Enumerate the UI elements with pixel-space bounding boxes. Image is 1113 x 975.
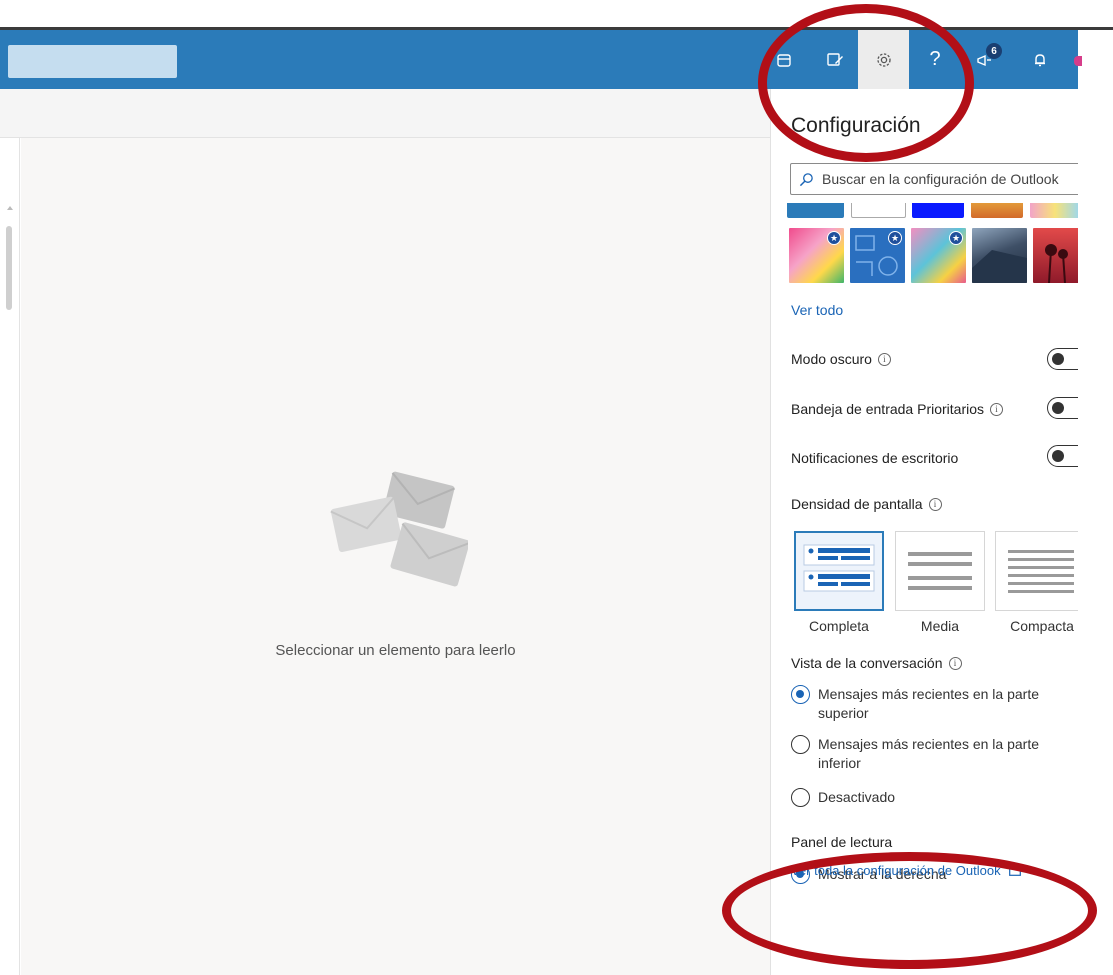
star-icon: ★ [827, 231, 841, 245]
command-bar [0, 89, 770, 138]
help-button[interactable]: ? [913, 30, 957, 89]
help-icon: ? [929, 48, 941, 70]
theme-swatch-blue[interactable] [787, 203, 844, 218]
conversation-option-newest-top[interactable]: Mensajes más recientes en la parte super… [791, 685, 1051, 723]
settings-button[interactable] [858, 30, 909, 89]
settings-gear-icon [876, 52, 891, 67]
density-option-full[interactable] [794, 531, 884, 611]
view-all-settings-link[interactable]: Ver toda la configuración de Outlook [791, 863, 1021, 878]
conversation-option-newest-top-label: Mensajes más recientes en la parte super… [818, 686, 1039, 721]
radio-selected[interactable] [791, 685, 810, 704]
theme-swatch-orange[interactable] [971, 203, 1023, 218]
density-compact-icon [1008, 550, 1074, 593]
reading-pane-label: Panel de lectura [791, 834, 893, 850]
conversation-view-heading: Vista de la conversación i [791, 655, 962, 671]
radio-unselected[interactable] [791, 788, 810, 807]
bell-icon [1035, 53, 1045, 66]
info-icon[interactable]: i [928, 497, 942, 511]
message-list-pane [0, 138, 20, 975]
my-day-button[interactable] [762, 30, 806, 89]
desktop-notifications-toggle[interactable] [1047, 445, 1078, 467]
theme-art-4[interactable] [972, 228, 1027, 283]
theme-art-3[interactable]: ★ [911, 228, 966, 283]
scrollbar-thumb[interactable] [6, 226, 12, 310]
avatar[interactable] [1074, 56, 1082, 66]
dark-mode-label: Modo oscuro [791, 351, 872, 367]
feedback-button[interactable]: 6 [962, 30, 1006, 89]
dark-mode-row: Modo oscuro i [791, 351, 891, 367]
settings-search-input[interactable] [822, 171, 1078, 187]
feedback-badge: 6 [986, 43, 1002, 59]
envelopes-illustration [328, 468, 471, 598]
see-all-themes-link[interactable]: Ver todo [791, 302, 843, 318]
compose-note-icon [827, 52, 843, 66]
settings-panel: Configuración ★ ★ ★ Ver todo Modo oscuro [770, 89, 1078, 975]
density-option-compact[interactable] [995, 531, 1078, 611]
settings-title: Configuración [791, 114, 921, 137]
focused-inbox-row: Bandeja de entrada Prioritarios i [791, 401, 1004, 417]
density-label-full[interactable]: Completa [794, 618, 884, 634]
density-label: Densidad de pantalla [791, 496, 923, 512]
density-medium-icon [908, 552, 972, 590]
desktop-notifications-label: Notificaciones de escritorio [791, 450, 959, 466]
compose-note-button[interactable] [813, 30, 857, 89]
radio-unselected[interactable] [791, 735, 810, 754]
info-icon[interactable]: i [948, 656, 962, 670]
star-icon: ★ [949, 231, 963, 245]
info-icon[interactable]: i [877, 352, 891, 366]
search-box[interactable] [8, 45, 177, 78]
dark-mode-toggle[interactable] [1047, 348, 1078, 370]
settings-search[interactable] [790, 163, 1078, 195]
theme-art-1[interactable]: ★ [789, 228, 844, 283]
focused-inbox-toggle[interactable] [1047, 397, 1078, 419]
theme-swatch-white[interactable] [851, 203, 906, 218]
desktop-notifications-row: Notificaciones de escritorio [791, 450, 958, 466]
density-full-icon [803, 544, 875, 592]
density-heading: Densidad de pantalla i [791, 496, 942, 512]
density-label-medium[interactable]: Media [895, 618, 985, 634]
top-bar: ? 6 [0, 30, 1078, 89]
notifications-button[interactable] [1018, 30, 1062, 89]
conversation-option-off[interactable]: Desactivado [791, 788, 1078, 807]
density-option-medium[interactable] [895, 531, 985, 611]
empty-reading-message: Seleccionar un elemento para leerlo [275, 642, 516, 659]
info-icon[interactable]: i [990, 402, 1004, 416]
theme-swatch-navy[interactable] [912, 203, 964, 218]
reading-pane-heading: Panel de lectura [791, 834, 892, 850]
focused-inbox-label: Bandeja de entrada Prioritarios [791, 401, 985, 417]
search-icon [799, 172, 813, 186]
conversation-view-label: Vista de la conversación [791, 655, 943, 671]
conversation-option-newest-bottom[interactable]: Mensajes más recientes en la parte infer… [791, 735, 1051, 773]
scroll-up-arrow[interactable] [7, 206, 13, 210]
theme-art-2[interactable]: ★ [850, 228, 905, 283]
conversation-option-newest-bottom-label: Mensajes más recientes en la parte infer… [818, 736, 1039, 771]
theme-art-5[interactable] [1033, 228, 1078, 283]
theme-swatch-rainbow[interactable] [1030, 203, 1078, 218]
conversation-option-off-label: Desactivado [818, 789, 896, 805]
open-window-icon [1008, 865, 1021, 876]
reading-pane: Seleccionar un elemento para leerlo [21, 138, 770, 975]
my-day-icon [777, 53, 791, 67]
view-all-settings-label: Ver toda la configuración de Outlook [791, 863, 1001, 878]
star-icon: ★ [888, 231, 902, 245]
density-label-compact[interactable]: Compacta [997, 618, 1078, 634]
